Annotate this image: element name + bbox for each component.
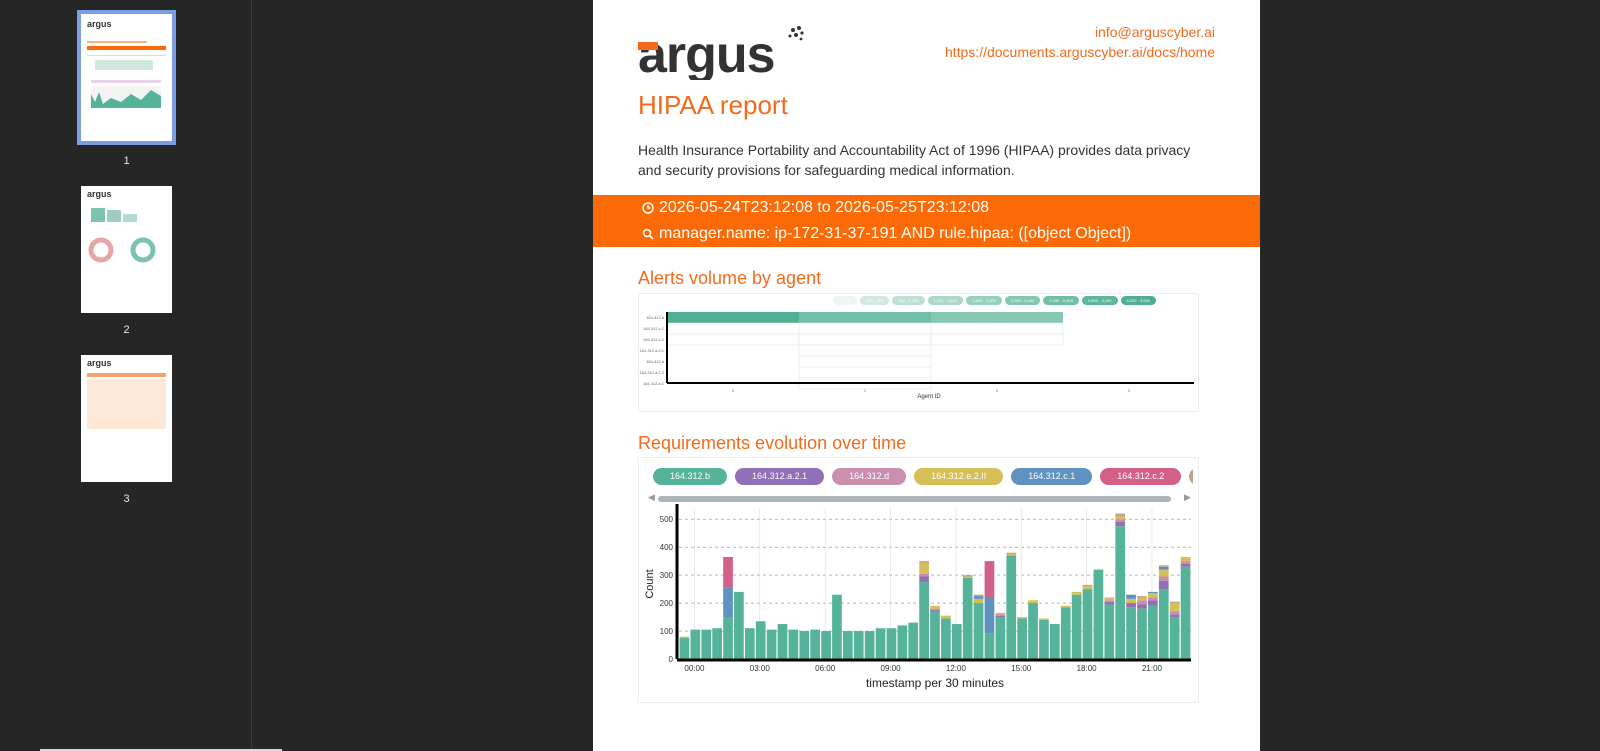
heatmap-legend: 0 - 400 400 - 800 800 - 1,200 1,200 - 1,600… (833, 296, 1157, 305)
heatmap-panel: 164.312.b 164.312.c.1 164.312.c.2 164.312.a… (638, 293, 1199, 412)
page-thumbnail-3[interactable]: argus (81, 355, 172, 482)
time-range: 2026-05-24T23:12:08 to 2026-05-25T23:12:… (659, 199, 990, 216)
heatmap-row-label: 164.312.a.1 (643, 381, 665, 386)
page-thumbnail-2[interactable]: argus (81, 186, 172, 313)
heatmap-row-label: 164.312.c.2 (643, 337, 665, 342)
heatmap-legend-item[interactable]: 3,200 - 3,600 (1120, 296, 1157, 305)
page-number-1: 1 (123, 155, 130, 167)
thumbnail-2-preview: argus (87, 189, 156, 263)
heatmap-legend-item[interactable]: 1,600 - 2,000 (966, 296, 1002, 305)
heatmap-cell (931, 312, 1063, 323)
heatmap-legend-item[interactable]: 2,000 - 2,400 (1004, 296, 1041, 305)
report-title: HIPAA report (638, 90, 788, 120)
series-legend-item[interactable]: 164.312.c.1 (1011, 468, 1093, 485)
series-legend-item[interactable]: 164.312.b (653, 468, 728, 485)
series-legend-item[interactable]: 164.312.a.2.1 (735, 468, 825, 485)
argus-logo: argus (638, 26, 804, 80)
heatmap-row-label: 164.312.d (646, 359, 664, 364)
heatmap-title: Alerts volume by agent (638, 268, 822, 288)
heatmap-row-label: 164.312.a.2.2 (640, 370, 665, 375)
heatmap-x-label: Agent ID (917, 394, 941, 400)
logo-text: argus (638, 26, 775, 80)
heatmap-cell (799, 312, 931, 323)
report-description: Health Insurance Portability and Account… (638, 142, 1191, 178)
query-filter: manager.name: ip-172-31-37-191 AND rule.… (659, 225, 1132, 242)
evolution-panel (638, 457, 1199, 703)
heatmap-legend-item[interactable]: 2,400 - 2,800 (1043, 296, 1079, 305)
heatmap-cell (798, 333, 932, 346)
thumbnail-1-preview: argus (87, 19, 166, 108)
heatmap-cell (667, 312, 799, 323)
heatmap-legend-item[interactable]: 1,200 - 1,600 (927, 296, 964, 305)
series-legend-item[interactable]: 164.312.e.2.II (914, 468, 1004, 485)
heatmap-cell (798, 355, 932, 368)
series-legend-item[interactable]: 164.312.a.1 (1189, 468, 1193, 485)
heatmap-legend-item[interactable]: 800 - 1,200 (892, 296, 925, 305)
page-number-3: 3 (123, 493, 130, 505)
legend-next-icon[interactable]: ▶ (1184, 492, 1191, 503)
heatmap-legend-item[interactable]: 2,800 - 3,200 (1081, 296, 1118, 305)
heatmap-cell (798, 366, 932, 379)
evolution-title: Requirements evolution over time (638, 433, 907, 453)
legend-prev-icon[interactable]: ◀ (648, 492, 655, 503)
heatmap-cell (798, 344, 932, 357)
page-thumbnail-1[interactable]: argus (77, 10, 176, 145)
docs-link[interactable]: https://documents.arguscyber.ai/docs/hom… (945, 42, 1215, 62)
heatmap-cell (930, 333, 1064, 346)
heatmap-row-label: 164.312.b (646, 315, 665, 320)
heatmap-x-tick: 3 (1128, 388, 1131, 393)
legend-scrollbar[interactable] (658, 496, 1171, 502)
heatmap-row-label: 164.312.c.1 (643, 326, 665, 331)
thumbnail-sidebar: argus 1 argus 2 argus 3 (0, 0, 282, 751)
heatmap-legend-item[interactable]: 400 - 800 (860, 296, 890, 305)
contact-email[interactable]: info@arguscyber.ai (945, 22, 1215, 42)
heatmap-chart: 164.312.b 164.312.c.1 164.312.c.2 164.312.a… (640, 312, 1194, 400)
thumbnail-3-preview: argus (87, 358, 166, 429)
heatmap-row-label: 164.312.a.2.1 (640, 348, 665, 353)
heatmap-cell (666, 322, 800, 335)
document-page: argus info@arguscyber.ai https://documen… (593, 0, 1260, 751)
series-legend-item[interactable]: 164.312.d (832, 468, 907, 485)
clock-icon (641, 201, 655, 215)
heatmap-x-tick: 2 (996, 388, 999, 393)
svg-text:argus: argus (87, 358, 112, 368)
svg-text:argus: argus (87, 189, 112, 199)
page-number-2: 2 (123, 324, 130, 336)
search-icon (641, 227, 655, 241)
svg-text:argus: argus (87, 19, 112, 29)
heatmap-legend-item[interactable]: 0 - 400 (833, 296, 858, 305)
contact-block: info@arguscyber.ai https://documents.arg… (945, 22, 1215, 62)
series-legend: 164.312.b 164.312.a.2.1 164.312.d 164.312.e… (653, 468, 1193, 485)
heatmap-cell (930, 322, 1064, 335)
series-legend-item[interactable]: 164.312.c.2 (1100, 468, 1182, 485)
heatmap-cell (666, 333, 800, 346)
heatmap-cell (798, 322, 932, 335)
filter-banner: 2026-05-24T23:12:08 to 2026-05-25T23:12:… (593, 195, 1260, 247)
heatmap-x-tick: 0 (732, 388, 735, 393)
